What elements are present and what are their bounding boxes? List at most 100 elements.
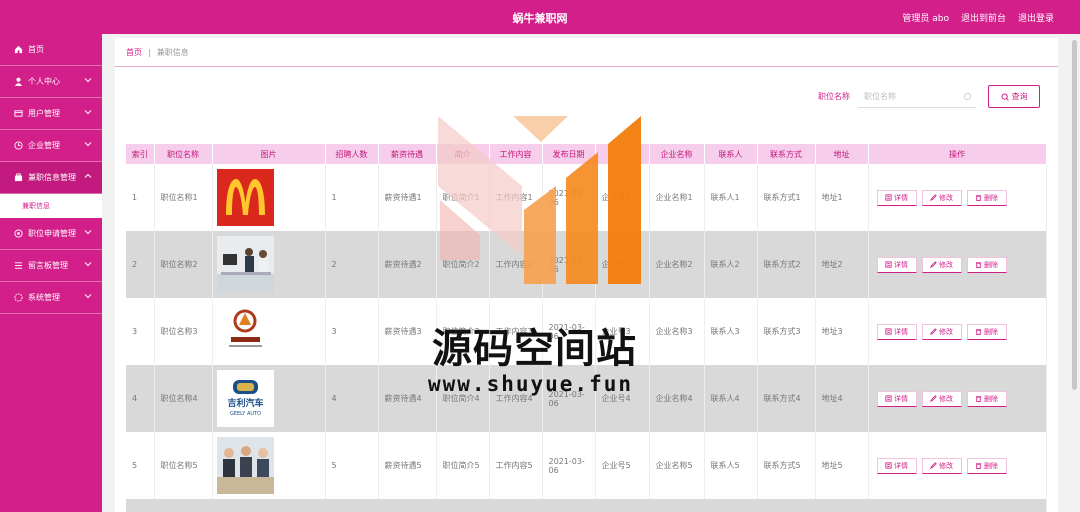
sidebar-item-label: 职位申请管理: [28, 229, 76, 238]
table-row-partial: [126, 499, 1047, 512]
cell-account: 企业号1: [595, 164, 650, 231]
cell-operations: 详情 修改 删除: [868, 164, 1047, 231]
sidebar-item-label: 留言板管理: [28, 261, 68, 270]
search-icon: [1000, 92, 1009, 101]
col-account: [595, 144, 650, 164]
table-row: 2 职位名称2 2 薪资待遇2 职位简介2 工作内容2 2021-03-06 企业号2 企业名称…: [126, 231, 1047, 298]
chevron-down-icon: [84, 78, 92, 83]
chevron-down-icon: [84, 230, 92, 235]
delete-button[interactable]: 删除: [966, 189, 1007, 206]
edit-icon: [930, 194, 937, 201]
scrollbar-thumb[interactable]: [1072, 40, 1077, 390]
chevron-up-icon: [84, 173, 92, 178]
sidebar-item-company[interactable]: 企业管理: [0, 130, 102, 162]
system-icon: [13, 293, 23, 303]
cell-company: 企业名称3: [649, 298, 705, 365]
cell-count: 3: [325, 298, 379, 365]
apply-icon: [13, 229, 23, 239]
delete-button[interactable]: 删除: [966, 256, 1007, 273]
cell-operations: 详情 修改 删除: [868, 298, 1047, 365]
edit-button[interactable]: 修改: [921, 256, 962, 273]
detail-button[interactable]: 详情: [876, 189, 917, 206]
cell-intro: 职位简介4: [436, 365, 490, 432]
cell-address: 地址4: [815, 365, 869, 432]
cell-work: 工作内容4: [489, 365, 543, 432]
back-to-front-link[interactable]: 退出到前台: [961, 11, 1006, 24]
sidebar-item-profile[interactable]: 个人中心: [0, 66, 102, 98]
delete-button-label: 删除: [984, 461, 998, 470]
edit-button[interactable]: 修改: [921, 457, 962, 474]
cell-phone: 联系方式4: [757, 365, 816, 432]
col-work: 工作内容: [489, 144, 543, 164]
search-label: 职位名称: [818, 92, 850, 101]
detail-button-label: 详情: [894, 327, 908, 336]
cell-operations: 详情 修改 删除: [868, 432, 1047, 499]
cell-job-name: 职位名称3: [154, 298, 213, 365]
search-button[interactable]: 查询: [988, 85, 1040, 108]
chevron-down-icon: [84, 294, 92, 299]
chevron-down-icon: [84, 142, 92, 147]
edit-button[interactable]: 修改: [921, 390, 962, 407]
edit-button[interactable]: 修改: [921, 323, 962, 340]
sidebar-item-messages[interactable]: 留言板管理: [0, 250, 102, 282]
sidebar-subitem-jobinfo[interactable]: 兼职信息: [0, 194, 102, 218]
cell-index: 2: [126, 231, 155, 298]
cell-account: 企业号3: [595, 298, 650, 365]
cell-salary: 薪资待遇3: [378, 298, 437, 365]
detail-button[interactable]: 详情: [876, 457, 917, 474]
cell-company: 企业名称2: [649, 231, 705, 298]
sidebar-item-home[interactable]: 首页: [0, 34, 102, 66]
edit-button-label: 修改: [939, 327, 953, 336]
detail-button[interactable]: 详情: [876, 256, 917, 273]
cell-phone: 联系方式5: [757, 432, 816, 499]
cell-contact: 联系人2: [704, 231, 758, 298]
breadcrumb-current: 兼职信息: [156, 47, 189, 57]
cell-company: 企业名称4: [649, 365, 705, 432]
table-row: 3 职位名称3 3 薪资待遇3 职位简介3 工作内容3 2021-03-06 企业号3 企业名称…: [126, 298, 1047, 365]
delete-button[interactable]: 删除: [966, 323, 1007, 340]
cell-partial: [126, 499, 1047, 512]
meeting-photo-image: [216, 437, 274, 494]
cell-company: 企业名称1: [649, 164, 705, 231]
cell-salary: 薪资待遇5: [378, 432, 437, 499]
delete-button[interactable]: 删除: [966, 457, 1007, 474]
cell-count: 5: [325, 432, 379, 499]
scrollbar[interactable]: [1071, 38, 1078, 512]
sidebar-item-jobinfo[interactable]: 兼职信息管理: [0, 162, 102, 194]
cell-work: 工作内容2: [489, 231, 543, 298]
admin-label: 管理员 abo: [902, 14, 949, 24]
trash-icon: [975, 262, 982, 268]
cell-phone: 联系方式2: [757, 231, 816, 298]
sidebar-item-label: 系统管理: [28, 293, 60, 302]
edit-icon: [930, 328, 937, 335]
top-bar: 蜗牛兼职网 管理员 abo 退出到前台 退出登录: [0, 0, 1080, 34]
cell-date: 2021-03-06: [542, 432, 596, 499]
mcdonalds-logo-image: [216, 169, 274, 226]
sidebar-item-label: 首页: [28, 45, 44, 54]
sidebar-item-applications[interactable]: 职位申请管理: [0, 218, 102, 250]
list-icon: [13, 261, 23, 271]
delete-button[interactable]: 删除: [966, 390, 1007, 407]
col-image: 图片: [212, 144, 326, 164]
geely-logo-image: 吉利汽车 GEELY AUTO: [216, 370, 274, 427]
cell-job-name: 职位名称4: [154, 365, 213, 432]
edit-button-label: 修改: [939, 193, 953, 202]
detail-button[interactable]: 详情: [876, 323, 917, 340]
sidebar-item-users[interactable]: 用户管理: [0, 98, 102, 130]
sidebar-item-system[interactable]: 系统管理: [0, 282, 102, 314]
search-box: [858, 86, 976, 108]
main-content: 首页 | 兼职信息 职位名称 查询 索引 职位名称 图片 招聘人数: [115, 38, 1058, 512]
detail-button[interactable]: 详情: [876, 390, 917, 407]
detail-button-label: 详情: [894, 461, 908, 470]
search-input[interactable]: [864, 91, 964, 101]
breadcrumb-home[interactable]: 首页: [126, 47, 142, 58]
logout-link[interactable]: 退出登录: [1018, 11, 1054, 24]
col-count: 招聘人数: [325, 144, 379, 164]
trash-icon: [975, 195, 982, 201]
sidebar: 首页 个人中心 用户管理 企业管理 兼职信息管理 兼职信息 职位申请管理 留言板…: [0, 34, 102, 512]
detail-icon: [885, 194, 892, 201]
edit-button[interactable]: 修改: [921, 189, 962, 206]
col-salary: 薪资待遇: [378, 144, 437, 164]
cell-date: 2021-03-06: [542, 365, 596, 432]
clear-icon[interactable]: [963, 92, 972, 101]
